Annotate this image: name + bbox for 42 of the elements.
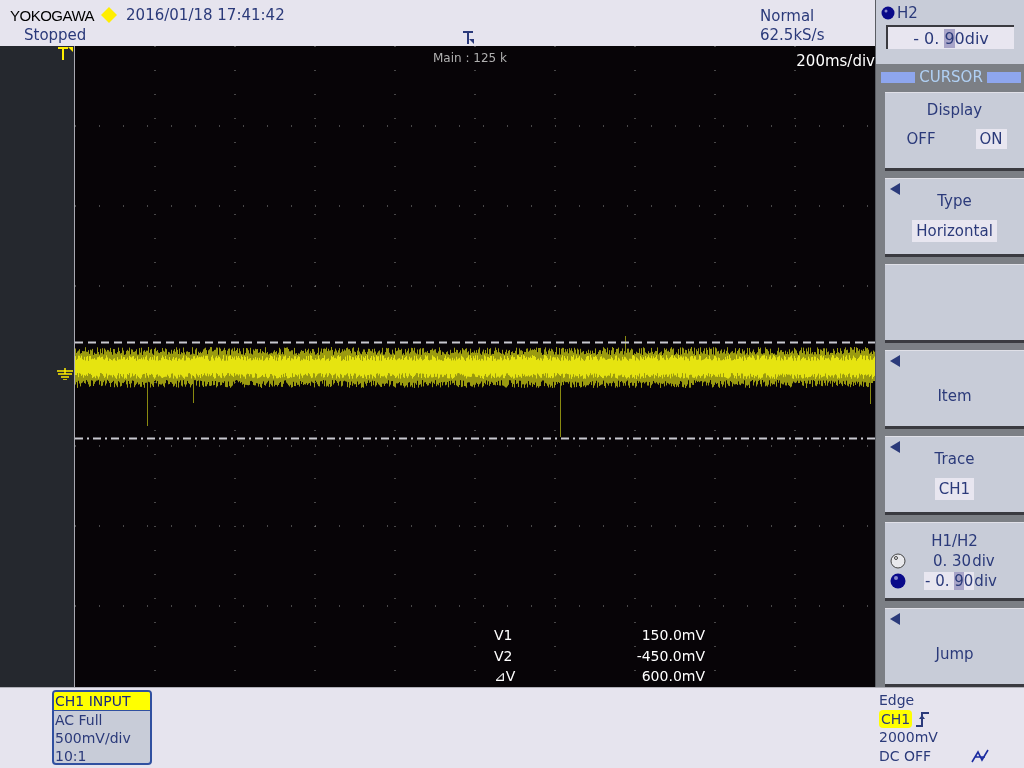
readout-label: ⊿V	[494, 668, 516, 684]
trigger-level: 2000mV	[879, 728, 939, 747]
softkey[interactable]: Item	[885, 350, 1024, 429]
knob-icon	[881, 6, 895, 20]
trigger-coupling: DC OFF	[879, 746, 932, 765]
timebase: 200ms/div	[796, 52, 875, 70]
record-length: Main : 125 k	[433, 51, 507, 65]
softkey[interactable]: Trace CH1	[885, 436, 1024, 515]
diamond-icon	[100, 6, 119, 24]
field-label: H2	[897, 4, 918, 22]
trigger-level-icon	[57, 47, 73, 61]
trigger-position-icon	[463, 31, 475, 45]
softkey[interactable]: Jump	[885, 608, 1024, 687]
run-state: Stopped	[24, 26, 88, 44]
filter-icon	[971, 748, 990, 763]
channel-title: CH1 INPUT	[54, 692, 150, 711]
trigger-source: CH1	[879, 709, 913, 728]
softkey[interactable]: Type Horizontal	[885, 178, 1024, 257]
readout-value: 150.0mV	[641, 627, 705, 643]
cursor-value: 0. 30div	[932, 551, 995, 570]
channel-setting: 500mV/div	[54, 729, 132, 747]
ground-icon	[57, 368, 73, 380]
trigger-mode: Normal	[760, 7, 816, 26]
softkey[interactable]	[885, 264, 1024, 343]
rising-edge-icon	[916, 710, 931, 727]
readout-value: 600.0mV	[641, 668, 705, 684]
readout-label: V2	[494, 647, 513, 664]
value-field[interactable]: - 0. 90div	[886, 25, 1014, 49]
cursor-value: - 0. 90div	[924, 571, 997, 590]
softkey[interactable]: H1/H2 0. 30div - 0. 90div	[885, 522, 1024, 601]
channel-setting: AC Full	[54, 711, 104, 729]
readout-label: V1	[494, 627, 513, 643]
sample-rate: 62.5kS/s	[760, 26, 826, 45]
menu-title: CURSOR	[919, 68, 983, 86]
trigger-type: Edge	[879, 691, 916, 710]
softkey[interactable]: Display OFF ON	[885, 92, 1024, 171]
brand-logo: YOKOGAWA	[10, 6, 95, 24]
channel-setting: 10:1	[54, 747, 88, 763]
header-bar	[881, 71, 916, 83]
readout-value: -450.0mV	[636, 647, 705, 664]
header-bar	[986, 71, 1021, 83]
date-time: 2016/01/18 17:41:42	[126, 6, 285, 24]
